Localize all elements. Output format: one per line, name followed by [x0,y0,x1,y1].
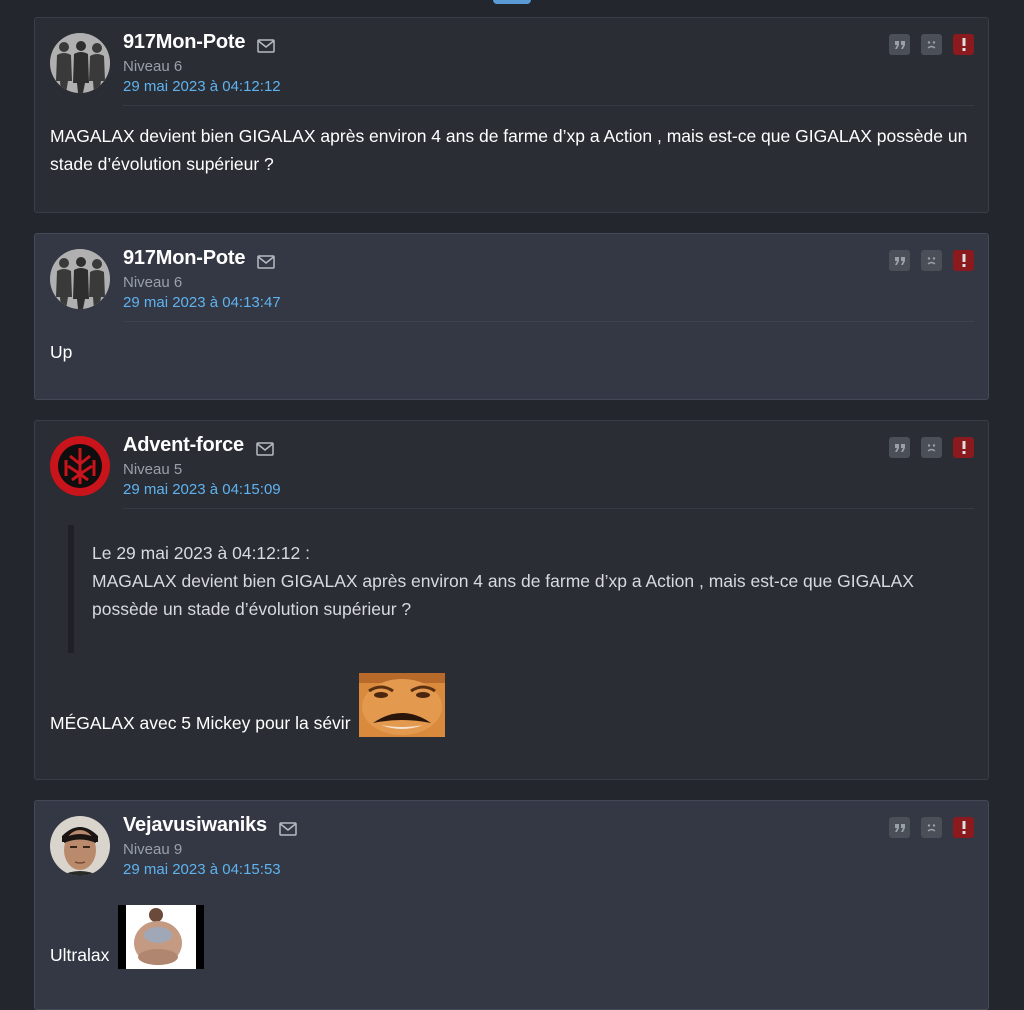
post-text-line: MÉGALAX avec 5 Mickey pour la sévir [50,673,973,737]
mail-icon[interactable] [256,439,274,456]
post-actions [889,437,974,458]
frown-icon[interactable] [921,250,942,271]
header-divider [123,105,974,106]
quote-icon[interactable] [889,250,910,271]
frown-icon[interactable] [921,817,942,838]
author-level: Niveau 6 [123,274,183,291]
post-body: Le 29 mai 2023 à 04:12:12 : MAGALAX devi… [35,525,988,737]
author-name[interactable]: Advent-force [123,434,244,457]
post-author[interactable]: 917Mon-Pote [123,247,276,270]
avatar[interactable] [50,436,110,496]
post-date[interactable]: 29 mai 2023 à 04:12:12 [123,78,281,95]
forum-post: 917Mon-Pote Niveau 6 29 mai 2023 à 04:12… [34,17,989,213]
post-date[interactable]: 29 mai 2023 à 04:15:53 [123,861,281,878]
post-header: 917Mon-Pote Niveau 6 29 mai 2023 à 04:13… [35,234,988,322]
mail-icon[interactable] [257,252,276,269]
mail-icon[interactable] [279,819,297,836]
post-author[interactable]: 917Mon-Pote [123,31,276,54]
post-actions [889,250,974,271]
post-body: MAGALAX devient bien GIGALAX après envir… [50,126,968,174]
author-name[interactable]: 917Mon-Pote [123,247,245,270]
quote-icon[interactable] [889,34,910,55]
report-icon[interactable] [953,437,974,458]
post-header: Advent-force Niveau 5 29 mai 2023 à 04:1… [35,421,988,509]
post-text: MÉGALAX avec 5 Mickey pour la sévir [50,713,351,733]
author-name[interactable]: Vejavusiwaniks [123,814,267,837]
avatar[interactable] [50,33,110,93]
post-date[interactable]: 29 mai 2023 à 04:15:09 [123,481,281,498]
frown-icon[interactable] [921,437,942,458]
author-level: Niveau 5 [123,461,183,478]
forum-post: 917Mon-Pote Niveau 6 29 mai 2023 à 04:13… [34,233,989,400]
risitas-sticker [359,673,446,737]
post-body: Ultralax [35,889,988,969]
report-icon[interactable] [953,34,974,55]
quote-header: Le 29 mai 2023 à 04:12:12 : [92,543,310,563]
author-name[interactable]: 917Mon-Pote [123,31,245,54]
forum-post: Advent-force Niveau 5 29 mai 2023 à 04:1… [34,420,989,780]
header-divider [123,321,974,322]
post-author[interactable]: Advent-force [123,434,274,457]
quote-block: Le 29 mai 2023 à 04:12:12 : MAGALAX devi… [68,525,973,653]
report-icon[interactable] [953,250,974,271]
quote-text: MAGALAX devient bien GIGALAX après envir… [92,571,914,619]
report-icon[interactable] [953,817,974,838]
post-actions [889,817,974,838]
author-level: Niveau 6 [123,58,183,75]
avatar[interactable] [50,249,110,309]
top-tab-indicator [493,0,531,4]
post-author[interactable]: Vejavusiwaniks [123,814,297,837]
quote-icon[interactable] [889,437,910,458]
forum-post: Vejavusiwaniks Niveau 9 29 mai 2023 à 04… [34,800,989,1010]
post-header: Vejavusiwaniks Niveau 9 29 mai 2023 à 04… [35,801,988,889]
header-divider [123,508,974,509]
post-date[interactable]: 29 mai 2023 à 04:13:47 [123,294,281,311]
ultralax-sticker [118,905,205,969]
mail-icon[interactable] [257,36,276,53]
post-header: 917Mon-Pote Niveau 6 29 mai 2023 à 04:12… [35,18,988,106]
avatar[interactable] [50,816,110,876]
frown-icon[interactable] [921,34,942,55]
post-body: Up [50,342,73,362]
author-level: Niveau 9 [123,841,183,858]
quote-icon[interactable] [889,817,910,838]
post-actions [889,34,974,55]
post-text: Ultralax [50,945,110,965]
